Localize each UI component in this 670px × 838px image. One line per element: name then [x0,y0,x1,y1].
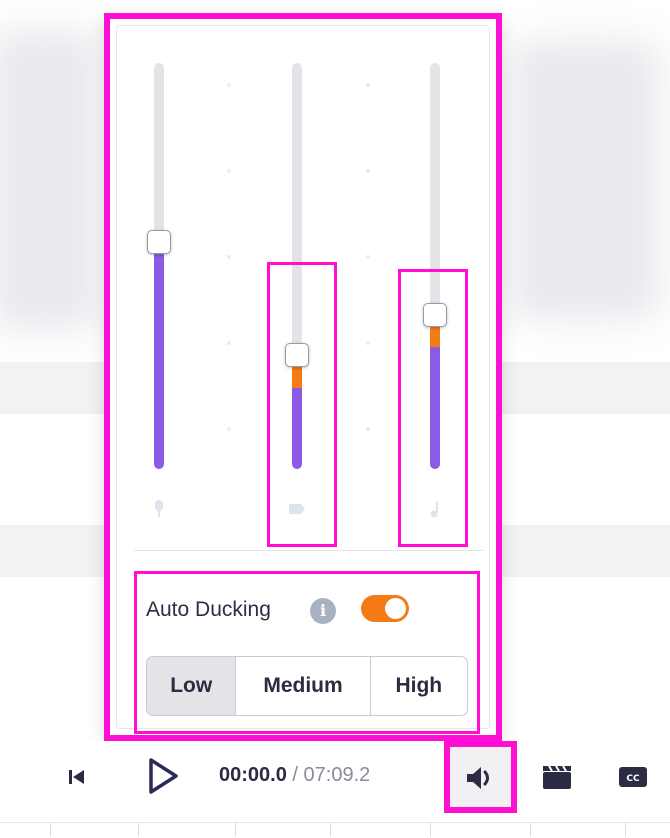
video-slider-highlight [267,262,337,547]
playback-time: 00:00.0 / 07:09.2 [219,764,370,787]
timeline-ruler [0,822,670,838]
volume-icon [464,764,498,797]
ducking-high-button[interactable]: High [371,657,467,715]
clapperboard-icon[interactable] [541,763,573,796]
microphone-icon [147,497,171,526]
slider-fill [154,241,164,469]
slider-thumb[interactable] [147,229,171,254]
captions-icon[interactable]: CC [618,765,648,794]
play-icon[interactable] [145,756,181,801]
auto-ducking-label: Auto Ducking [146,598,271,621]
auto-ducking-section: Auto Ducking i Low Medium High [134,571,480,734]
current-time: 00:00.0 [219,764,287,786]
ducking-medium-button[interactable]: Medium [236,657,371,715]
skip-back-icon[interactable] [66,767,88,792]
voice-volume-slider[interactable] [147,63,171,473]
music-slider-highlight [398,269,468,547]
total-time: 07:09.2 [303,764,371,786]
volume-mixer-popup: Auto Ducking i Low Medium High [104,13,502,741]
time-separator: / [292,764,298,786]
divider [134,550,484,551]
slider-track [154,63,164,469]
volume-button[interactable] [444,741,517,813]
ducking-level-selector: Low Medium High [146,656,468,716]
info-icon[interactable]: i [310,598,336,624]
svg-text:CC: CC [626,774,640,784]
auto-ducking-toggle[interactable] [361,595,409,622]
toggle-knob [385,598,406,619]
ducking-low-button[interactable]: Low [147,657,237,715]
